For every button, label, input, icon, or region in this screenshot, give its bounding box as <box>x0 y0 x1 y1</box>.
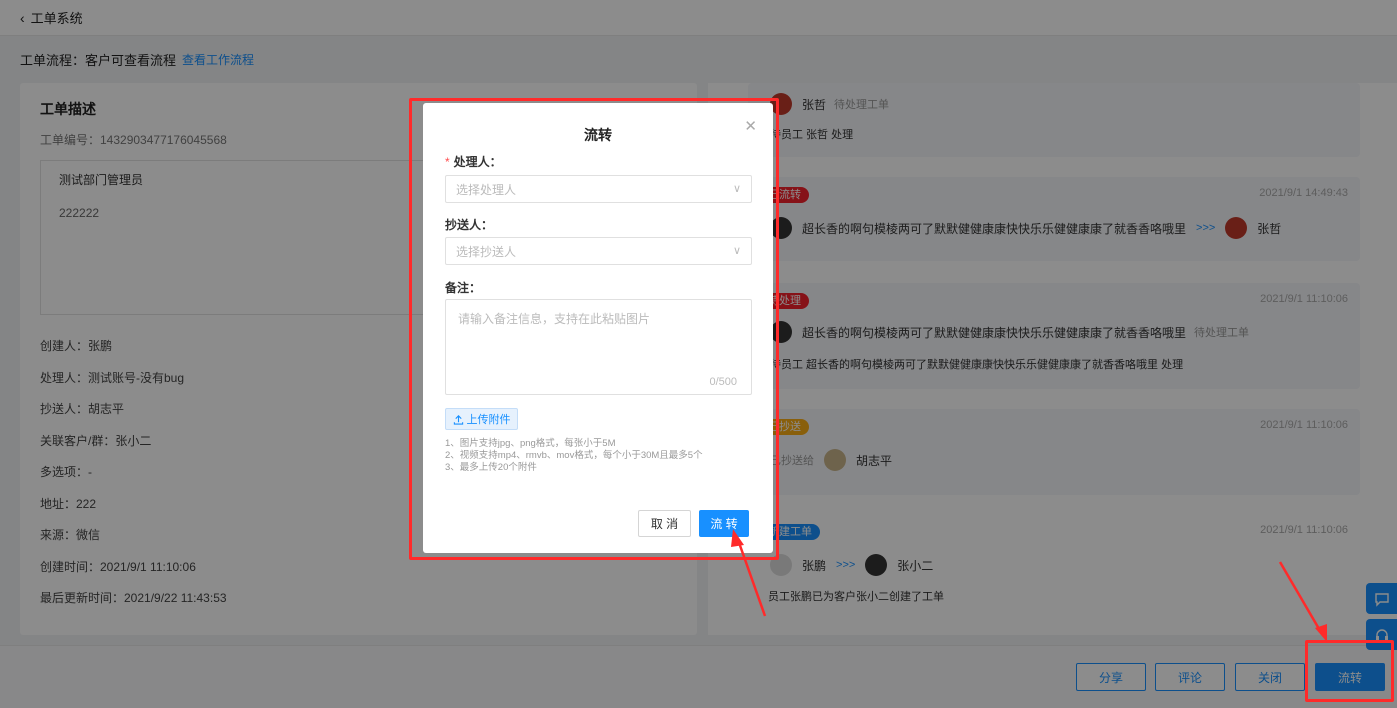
annotation-arrows <box>731 529 1327 642</box>
